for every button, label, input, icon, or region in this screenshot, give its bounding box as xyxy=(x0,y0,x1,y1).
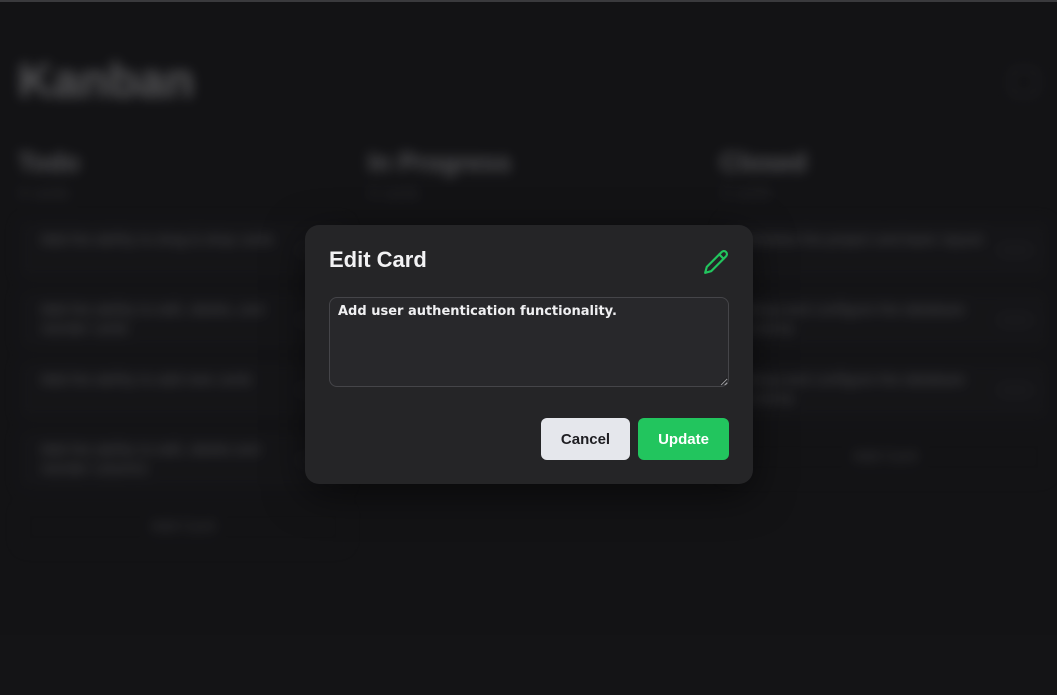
pencil-icon xyxy=(704,249,729,274)
cancel-button[interactable]: Cancel xyxy=(541,418,630,460)
resize-grip-icon[interactable] xyxy=(719,377,728,386)
edit-card-modal: Edit Card Add user authentication functi… xyxy=(305,225,753,484)
modal-title: Edit Card xyxy=(329,247,427,272)
card-text-input[interactable]: Add user authentication functionality. xyxy=(329,297,729,387)
kanban-app: Kanban Todo 4 cards Add the ability to d… xyxy=(0,0,1057,695)
update-button[interactable]: Update xyxy=(638,418,729,460)
